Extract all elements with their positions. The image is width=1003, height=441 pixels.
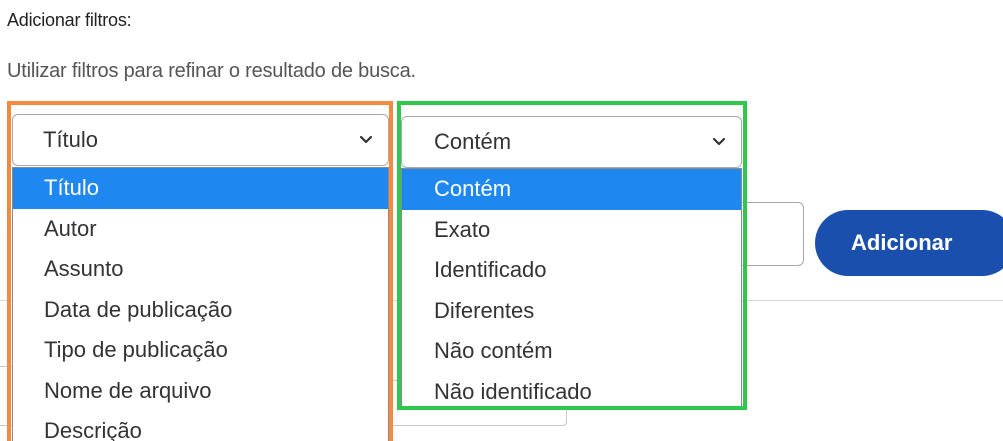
filters-hint: Utilizar filtros para refinar o resultad… <box>7 60 416 82</box>
chevron-down-icon <box>707 137 731 147</box>
condition-option[interactable]: Diferentes <box>402 291 741 332</box>
field-option[interactable]: Data de publicação <box>13 290 388 331</box>
field-option[interactable]: Autor <box>13 209 388 250</box>
filter-panel: Adicionar filtros: Utilizar filtros para… <box>0 0 1003 441</box>
condition-option[interactable]: Contém <box>402 169 741 210</box>
field-select-value: Título <box>43 127 99 152</box>
condition-option[interactable]: Exato <box>402 210 741 251</box>
condition-option[interactable]: Identificado <box>402 250 741 291</box>
field-option[interactable]: Assunto <box>13 249 388 290</box>
condition-option[interactable]: Não identificado <box>402 372 741 408</box>
condition-select-value: Contém <box>434 129 512 154</box>
condition-options-list: Contém Exato Identificado Diferentes Não… <box>401 168 742 408</box>
field-option[interactable]: Descrição <box>13 411 388 441</box>
field-option[interactable]: Nome de arquivo <box>13 371 388 412</box>
chevron-down-icon <box>354 135 378 145</box>
condition-option[interactable]: Não contém <box>402 331 741 372</box>
field-option[interactable]: Título <box>13 168 388 209</box>
field-select[interactable]: Título <box>12 114 389 166</box>
add-filter-button[interactable]: Adicionar <box>815 210 1003 276</box>
field-option[interactable]: Tipo de publicação <box>13 330 388 371</box>
field-options-list: Título Autor Assunto Data de publicação … <box>12 167 389 441</box>
filters-heading: Adicionar filtros: <box>7 10 132 30</box>
condition-select[interactable]: Contém <box>401 116 742 168</box>
